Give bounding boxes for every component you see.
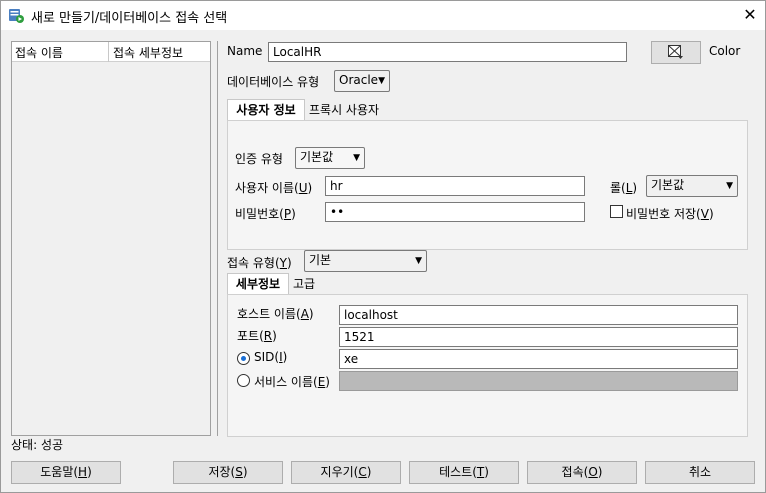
color-label: Color (709, 44, 741, 58)
connection-type-value: 기본 (309, 253, 332, 267)
name-label: Name (227, 44, 263, 58)
auth-type-value: 기본값 (300, 150, 334, 164)
cancel-button[interactable]: 취소 (645, 461, 755, 484)
service-name-label: 서비스 이름(E) (254, 375, 330, 389)
sid-input[interactable]: xe (339, 349, 738, 369)
pane-splitter[interactable] (217, 41, 218, 436)
clear-button[interactable]: 지우기(C) (291, 461, 401, 484)
database-connect-icon (9, 9, 24, 23)
window-title: 새로 만들기/데이터베이스 접속 선택 (31, 11, 228, 26)
chevron-down-icon: ▼ (726, 181, 733, 191)
column-connection-name[interactable]: 접속 이름 (15, 44, 63, 61)
sid-radio[interactable] (237, 352, 250, 365)
help-button[interactable]: 도움말(H) (11, 461, 121, 484)
connect-button[interactable]: 접속(O) (527, 461, 637, 484)
test-button[interactable]: 테스트(T) (409, 461, 519, 484)
save-password-checkbox[interactable] (610, 205, 623, 218)
auth-type-label: 인증 유형 (235, 152, 283, 166)
close-button[interactable]: ✕ (738, 4, 762, 26)
tab-user-info[interactable]: 사용자 정보 (227, 99, 305, 121)
database-type-select[interactable]: Oracle ▼ (334, 70, 390, 92)
name-input[interactable]: LocalHR (268, 42, 627, 62)
auth-type-select[interactable]: 기본값 ▼ (295, 147, 365, 169)
role-label: 롤(L) (610, 181, 638, 195)
hostname-label: 호스트 이름(A) (237, 307, 314, 321)
tab-advanced[interactable]: 고급 (293, 274, 315, 294)
role-select[interactable]: 기본값 ▼ (646, 175, 738, 197)
color-picker-button[interactable] (651, 41, 701, 64)
save-password-label: 비밀번호 저장(V) (626, 207, 714, 221)
service-name-input[interactable] (339, 371, 738, 391)
tab-details[interactable]: 세부정보 (227, 273, 289, 295)
database-type-value: Oracle (339, 73, 379, 87)
password-label: 비밀번호(P) (235, 207, 296, 221)
service-name-radio[interactable] (237, 374, 250, 387)
role-value: 기본값 (651, 178, 685, 192)
connection-list[interactable]: 접속 이름 접속 세부정보 (11, 41, 211, 436)
username-label: 사용자 이름(U) (235, 181, 313, 195)
connection-type-label: 접속 유형(Y) (227, 256, 292, 270)
title-bar: 새로 만들기/데이터베이스 접속 선택 ✕ (0, 0, 766, 30)
chevron-down-icon: ▼ (378, 76, 385, 86)
connection-list-header: 접속 이름 접속 세부정보 (12, 42, 210, 62)
color-swatch-icon (668, 45, 683, 59)
database-type-label: 데이터베이스 유형 (227, 75, 320, 89)
port-label: 포트(R) (237, 329, 277, 343)
hostname-input[interactable]: localhost (339, 305, 738, 325)
status-text: 상태: 성공 (11, 438, 64, 452)
chevron-down-icon: ▼ (415, 256, 422, 266)
save-button[interactable]: 저장(S) (173, 461, 283, 484)
close-icon: ✕ (743, 5, 757, 24)
column-divider[interactable] (108, 42, 109, 62)
password-input[interactable]: •• (325, 202, 585, 222)
chevron-down-icon: ▼ (353, 153, 360, 163)
sid-label: SID(I) (254, 350, 288, 364)
connection-type-select[interactable]: 기본 ▼ (304, 250, 427, 272)
column-connection-details[interactable]: 접속 세부정보 (113, 44, 183, 61)
tab-proxy-user[interactable]: 프록시 사용자 (309, 100, 379, 120)
port-input[interactable]: 1521 (339, 327, 738, 347)
username-input[interactable]: hr (325, 176, 585, 196)
